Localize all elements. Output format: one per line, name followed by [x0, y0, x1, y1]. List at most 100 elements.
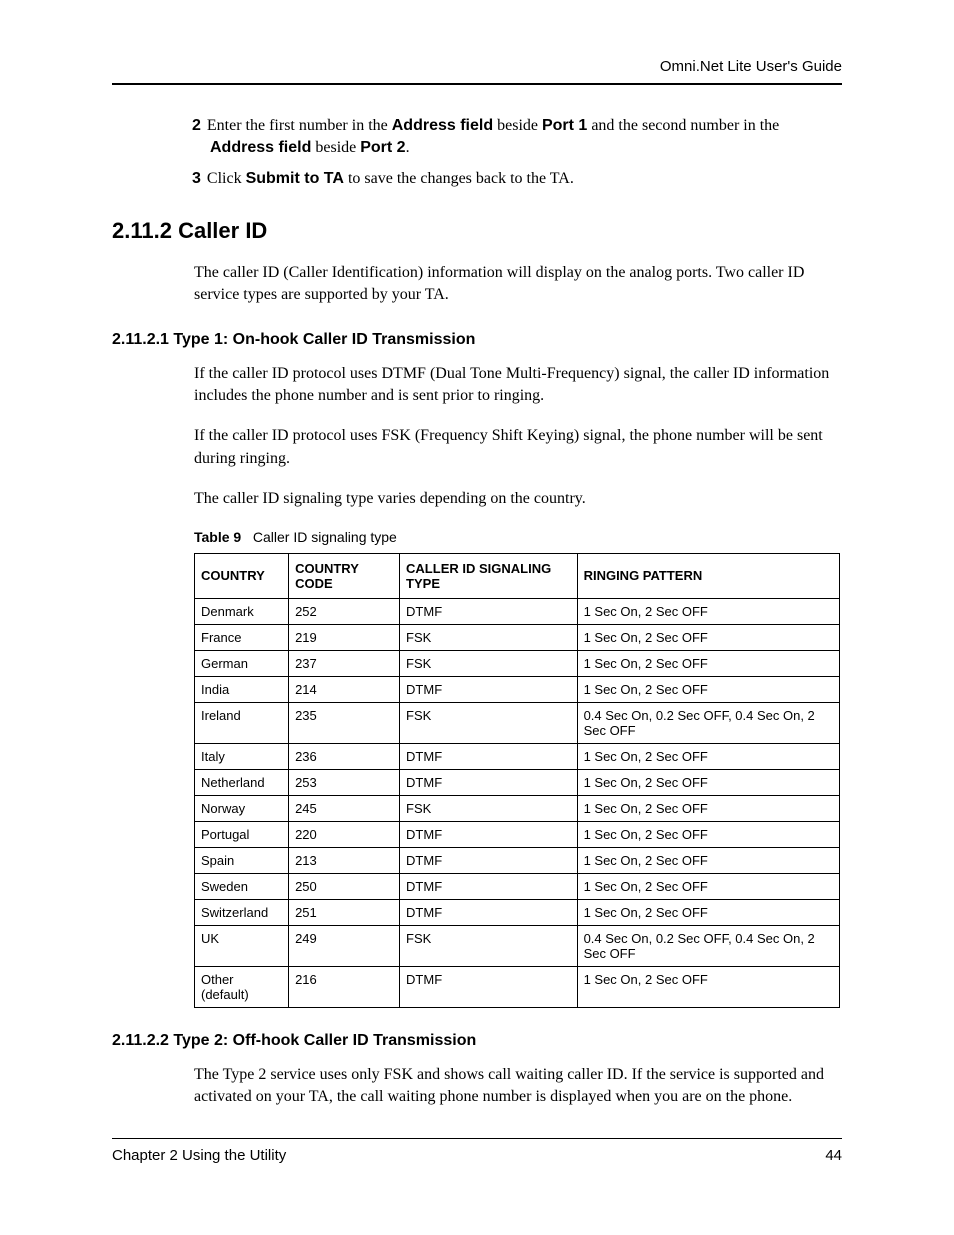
- step-2-text-a: Enter the first number in the: [207, 117, 392, 134]
- table-cell: 1 Sec On, 2 Sec OFF: [577, 650, 839, 676]
- table-cell: 249: [289, 925, 400, 966]
- table-cell: 236: [289, 743, 400, 769]
- table-cell: DTMF: [400, 847, 578, 873]
- table-cell: DTMF: [400, 899, 578, 925]
- table-row: Spain213DTMF1 Sec On, 2 Sec OFF: [195, 847, 840, 873]
- table-cell: DTMF: [400, 676, 578, 702]
- table-cell: Ireland: [195, 702, 289, 743]
- table-cell: FSK: [400, 925, 578, 966]
- table-cell: 1 Sec On, 2 Sec OFF: [577, 624, 839, 650]
- th-signaling-type: CALLER ID SIGNALING TYPE: [400, 553, 578, 598]
- table-cell: Sweden: [195, 873, 289, 899]
- table-cell: 219: [289, 624, 400, 650]
- table-cell: DTMF: [400, 821, 578, 847]
- table-cell: German: [195, 650, 289, 676]
- type1-p3: The caller ID signaling type varies depe…: [194, 488, 842, 510]
- table-row: UK249FSK0.4 Sec On, 0.2 Sec OFF, 0.4 Sec…: [195, 925, 840, 966]
- step-3-bold-1: Submit to TA: [246, 170, 344, 187]
- table-cell: 250: [289, 873, 400, 899]
- table-cell: 1 Sec On, 2 Sec OFF: [577, 743, 839, 769]
- table-cell: DTMF: [400, 873, 578, 899]
- table-cell: 1 Sec On, 2 Sec OFF: [577, 769, 839, 795]
- table-cell: 216: [289, 966, 400, 1007]
- table-cell: Norway: [195, 795, 289, 821]
- header-guide: Omni.Net Lite User's Guide: [112, 58, 842, 75]
- step-2-text-c: and the second number in the: [587, 117, 779, 134]
- step-2: 2Enter the first number in the Address f…: [210, 115, 842, 158]
- table-row: Norway245FSK1 Sec On, 2 Sec OFF: [195, 795, 840, 821]
- table-cell: FSK: [400, 795, 578, 821]
- table-cell: Switzerland: [195, 899, 289, 925]
- step-2-bold-4: Port 2: [360, 139, 405, 156]
- step-2-bold-2: Port 1: [542, 117, 587, 134]
- type2-p1: The Type 2 service uses only FSK and sho…: [194, 1064, 842, 1109]
- table-cell: Netherland: [195, 769, 289, 795]
- table-row: Ireland235FSK0.4 Sec On, 0.2 Sec OFF, 0.…: [195, 702, 840, 743]
- table-row: France219FSK1 Sec On, 2 Sec OFF: [195, 624, 840, 650]
- table-cell: DTMF: [400, 743, 578, 769]
- header-rule: [112, 83, 842, 85]
- table-cell: DTMF: [400, 769, 578, 795]
- table-cell: 220: [289, 821, 400, 847]
- step-2-bold-3: Address field: [210, 139, 311, 156]
- table-cell: Portugal: [195, 821, 289, 847]
- table-caption: Table 9 Caller ID signaling type: [194, 529, 842, 545]
- table-cell: 245: [289, 795, 400, 821]
- step-3-text-b: to save the changes back to the TA.: [344, 170, 574, 187]
- th-country-code: COUNTRY CODE: [289, 553, 400, 598]
- th-country: COUNTRY: [195, 553, 289, 598]
- table-cell: 1 Sec On, 2 Sec OFF: [577, 847, 839, 873]
- step-2-text-b: beside: [493, 117, 542, 134]
- table-cell: Other (default): [195, 966, 289, 1007]
- table-row: Sweden250DTMF1 Sec On, 2 Sec OFF: [195, 873, 840, 899]
- step-3-num: 3: [192, 170, 201, 187]
- table-cell: 0.4 Sec On, 0.2 Sec OFF, 0.4 Sec On, 2 S…: [577, 925, 839, 966]
- table-cell: 1 Sec On, 2 Sec OFF: [577, 899, 839, 925]
- table-cell: FSK: [400, 650, 578, 676]
- table-label: Table 9: [194, 529, 241, 545]
- table-cell: 1 Sec On, 2 Sec OFF: [577, 676, 839, 702]
- table-cell: 251: [289, 899, 400, 925]
- table-cell: DTMF: [400, 598, 578, 624]
- table-cell: 235: [289, 702, 400, 743]
- heading-type2: 2.11.2.2 Type 2: Off-hook Caller ID Tran…: [112, 1032, 842, 1050]
- step-2-text-d: beside: [311, 139, 360, 156]
- heading-type1: 2.11.2.1 Type 1: On-hook Caller ID Trans…: [112, 331, 842, 349]
- caller-id-table: COUNTRY COUNTRY CODE CALLER ID SIGNALING…: [194, 553, 840, 1008]
- footer-chapter: Chapter 2 Using the Utility: [112, 1147, 286, 1164]
- step-2-text-e: .: [406, 139, 410, 156]
- table-cell: FSK: [400, 624, 578, 650]
- table-cell: Italy: [195, 743, 289, 769]
- step-3: 3Click Submit to TA to save the changes …: [210, 168, 842, 190]
- type1-p2: If the caller ID protocol uses FSK (Freq…: [194, 425, 842, 470]
- table-cell: 1 Sec On, 2 Sec OFF: [577, 966, 839, 1007]
- heading-caller-id: 2.11.2 Caller ID: [112, 218, 842, 244]
- table-row: German237FSK1 Sec On, 2 Sec OFF: [195, 650, 840, 676]
- table-header-row: COUNTRY COUNTRY CODE CALLER ID SIGNALING…: [195, 553, 840, 598]
- type1-p1: If the caller ID protocol uses DTMF (Dua…: [194, 363, 842, 408]
- table-cell: India: [195, 676, 289, 702]
- table-cell: 214: [289, 676, 400, 702]
- th-ringing-pattern: RINGING PATTERN: [577, 553, 839, 598]
- table-row: Denmark252DTMF1 Sec On, 2 Sec OFF: [195, 598, 840, 624]
- table-cell: 237: [289, 650, 400, 676]
- table-cell: 1 Sec On, 2 Sec OFF: [577, 821, 839, 847]
- table-cell: 253: [289, 769, 400, 795]
- table-cell: 1 Sec On, 2 Sec OFF: [577, 795, 839, 821]
- table-cell: 0.4 Sec On, 0.2 Sec OFF, 0.4 Sec On, 2 S…: [577, 702, 839, 743]
- step-3-text-a: Click: [207, 170, 246, 187]
- step-2-bold-1: Address field: [392, 117, 493, 134]
- table-row: Other (default)216DTMF1 Sec On, 2 Sec OF…: [195, 966, 840, 1007]
- table-title: Caller ID signaling type: [253, 529, 397, 545]
- table-row: Switzerland251DTMF1 Sec On, 2 Sec OFF: [195, 899, 840, 925]
- step-2-num: 2: [192, 117, 201, 134]
- table-cell: 252: [289, 598, 400, 624]
- table-cell: 1 Sec On, 2 Sec OFF: [577, 873, 839, 899]
- table-cell: 213: [289, 847, 400, 873]
- page-footer: Chapter 2 Using the Utility 44: [112, 1147, 842, 1164]
- table-row: India214DTMF1 Sec On, 2 Sec OFF: [195, 676, 840, 702]
- footer-rule: [112, 1138, 842, 1139]
- table-cell: UK: [195, 925, 289, 966]
- caller-id-intro: The caller ID (Caller Identification) in…: [194, 262, 842, 307]
- table-row: Italy236DTMF1 Sec On, 2 Sec OFF: [195, 743, 840, 769]
